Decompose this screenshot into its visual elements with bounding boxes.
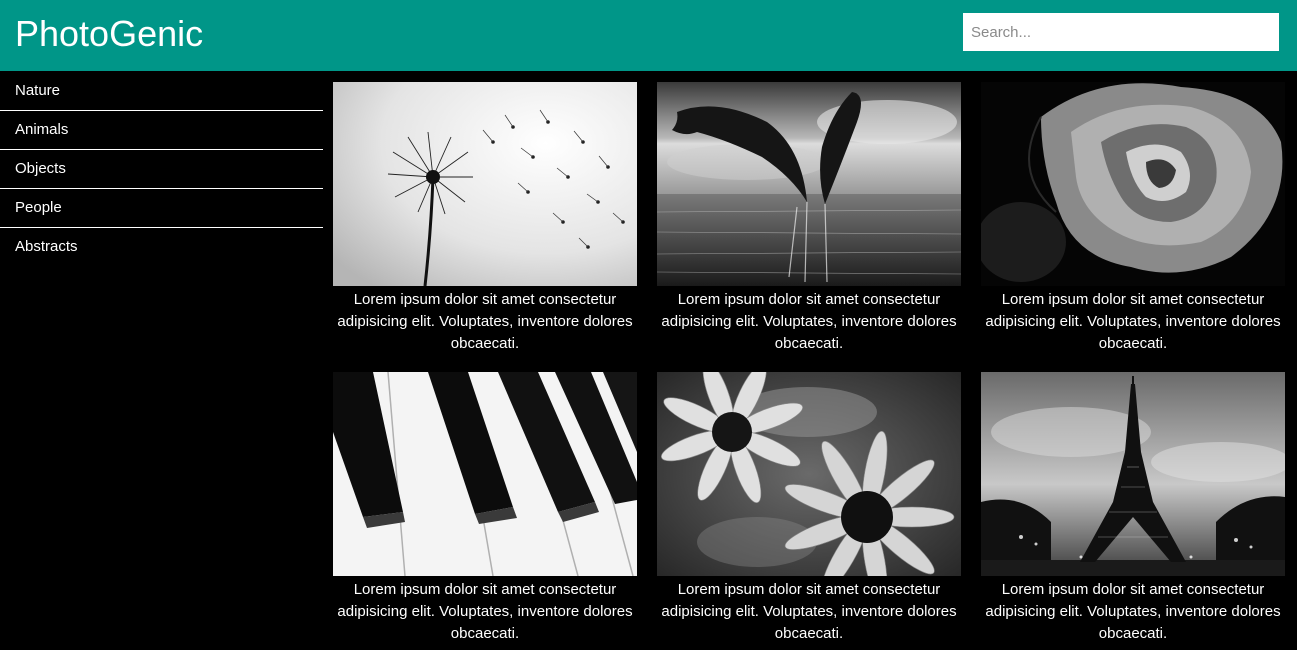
eiffel-tower-photo[interactable]	[981, 372, 1285, 576]
gallery-card: Lorem ipsum dolor sit amet consectetur a…	[657, 82, 961, 355]
gallery-card: Lorem ipsum dolor sit amet consectetur a…	[657, 372, 961, 645]
sidebar-item-objects[interactable]: Objects	[0, 150, 323, 189]
header-bar: PhotoGenic	[0, 0, 1297, 71]
search-input[interactable]	[963, 13, 1279, 51]
dolphins-photo[interactable]	[657, 82, 961, 286]
gallery-card: Lorem ipsum dolor sit amet consectetur a…	[333, 82, 637, 355]
gallery-card: Lorem ipsum dolor sit amet consectetur a…	[981, 372, 1285, 645]
brand-logo[interactable]: PhotoGenic	[15, 12, 203, 56]
photo-caption: Lorem ipsum dolor sit amet consectetur a…	[337, 581, 633, 642]
sidebar-item-animals[interactable]: Animals	[0, 111, 323, 150]
photo-caption: Lorem ipsum dolor sit amet consectetur a…	[661, 581, 957, 642]
photo-caption: Lorem ipsum dolor sit amet consectetur a…	[337, 291, 633, 352]
gallery-card: Lorem ipsum dolor sit amet consectetur a…	[333, 372, 637, 645]
sidebar-item-abstracts[interactable]: Abstracts	[0, 228, 323, 266]
gallery-card: Lorem ipsum dolor sit amet consectetur a…	[981, 82, 1285, 355]
piano-keys-photo[interactable]	[333, 372, 637, 576]
rose-photo[interactable]	[981, 82, 1285, 286]
sidebar-item-people[interactable]: People	[0, 189, 323, 228]
photo-caption: Lorem ipsum dolor sit amet consectetur a…	[985, 291, 1281, 352]
sidebar-item-nature[interactable]: Nature	[0, 72, 323, 111]
dandelion-photo[interactable]	[333, 82, 637, 286]
daisies-photo[interactable]	[657, 372, 961, 576]
sidebar-nav: Nature Animals Objects People Abstracts	[0, 72, 323, 266]
photo-caption: Lorem ipsum dolor sit amet consectetur a…	[661, 291, 957, 352]
photo-caption: Lorem ipsum dolor sit amet consectetur a…	[985, 581, 1281, 642]
